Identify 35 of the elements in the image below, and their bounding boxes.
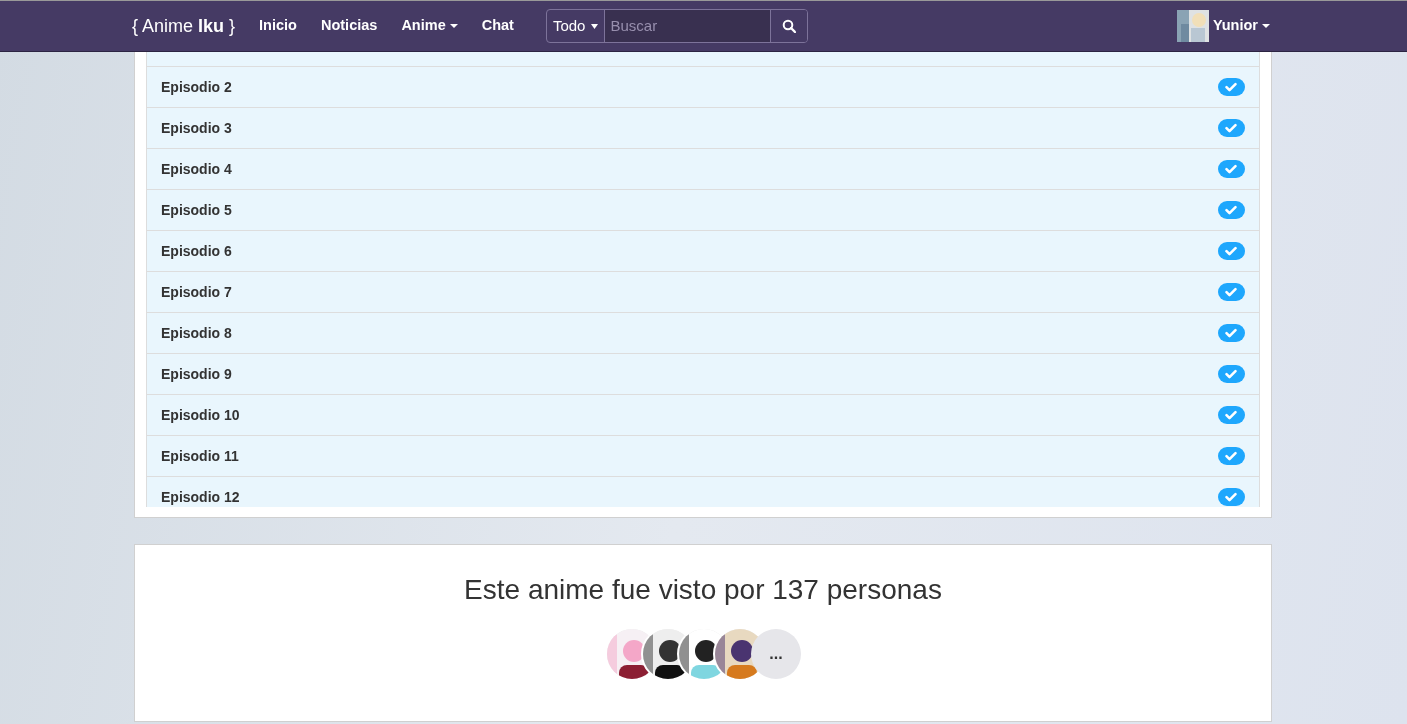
- episode-row[interactable]: Episodio 9: [147, 354, 1259, 395]
- episode-title: Episodio 8: [161, 323, 232, 343]
- search-button[interactable]: [770, 10, 808, 42]
- brand-logo[interactable]: { Anime Iku }: [132, 12, 236, 40]
- episode-row[interactable]: Episodio 11: [147, 436, 1259, 477]
- search-field[interactable]: Todo Buscar: [545, 9, 809, 43]
- search-input[interactable]: Buscar: [605, 10, 771, 42]
- episode-title: Episodio 3: [161, 118, 232, 138]
- episode-title: Episodio 9: [161, 364, 232, 384]
- episode-title: Episodio 5: [161, 200, 232, 220]
- nav-link[interactable]: Anime: [401, 15, 458, 37]
- viewers-title: Este anime fue visto por 137 personas: [464, 573, 942, 607]
- episode-title: Episodio 7: [161, 282, 232, 302]
- episode-row[interactable]: Episodio 2: [147, 67, 1259, 108]
- episode-row[interactable]: Episodio 8: [147, 313, 1259, 354]
- episode-row[interactable]: Episodio 4: [147, 149, 1259, 190]
- search-icon: [782, 19, 797, 33]
- episode-row[interactable]: Episodio 7: [147, 272, 1259, 313]
- episode-row[interactable]: Episodio 12: [147, 477, 1259, 507]
- nav-link[interactable]: Chat: [481, 15, 514, 37]
- episode-title: Episodio 6: [161, 241, 232, 261]
- user-menu[interactable]: Yunior: [1176, 10, 1270, 42]
- nav-link[interactable]: Noticias: [320, 15, 378, 37]
- more-viewers[interactable]: ...: [751, 629, 801, 679]
- caret-icon: [591, 23, 599, 29]
- episode-row[interactable]: Episodio 10: [147, 395, 1259, 436]
- episode-title: Episodio 11: [161, 446, 239, 466]
- episode-title: Episodio 12: [161, 487, 240, 507]
- episode-title: Episodio 4: [161, 159, 232, 179]
- episode-title: Episodio 10: [161, 405, 240, 425]
- episode-row[interactable]: Episodio 3: [147, 108, 1259, 149]
- episode-title: Episodio 2: [161, 77, 232, 97]
- episode-row[interactable]: Episodio 6: [147, 231, 1259, 272]
- nav-link[interactable]: Inicio: [259, 15, 297, 37]
- episode-row[interactable]: Episodio 5: [147, 190, 1259, 231]
